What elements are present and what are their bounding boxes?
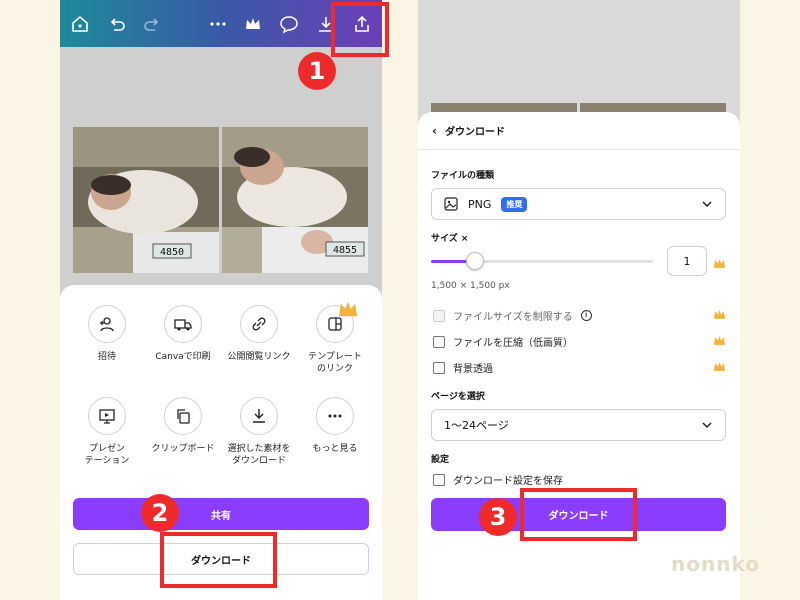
grid-item-more[interactable]: もっと見る <box>298 397 372 455</box>
grid-label: テンプレート のリンク <box>308 352 362 374</box>
grid-item-download-selected[interactable]: 選択した素材を ダウンロード <box>222 397 296 467</box>
grid-item-public-link[interactable]: 公開閲覧リンク <box>222 305 296 363</box>
file-type-value: PNG <box>468 197 492 211</box>
watermark: nonnko <box>671 552 760 576</box>
size-dimensions: 1,500 × 1,500 px <box>431 281 510 291</box>
page-select-label: ページを選択 <box>431 392 485 402</box>
chevron-down-icon <box>702 422 712 429</box>
panel-header: ‹ ダウンロード <box>418 112 740 150</box>
checkbox[interactable] <box>433 335 445 348</box>
checkbox[interactable] <box>433 309 445 322</box>
checkbox[interactable] <box>433 361 445 374</box>
recommended-badge: 推奨 <box>501 196 528 212</box>
more-icon[interactable] <box>208 14 228 34</box>
share-button[interactable]: 共有 <box>73 498 369 530</box>
canva-editor-screen: 4850 4855 招待 Canvaで印刷 公開閲覧リンク テンプレート のリン… <box>60 0 382 600</box>
truck-icon <box>174 319 192 331</box>
option-label: ファイルサイズを制限する <box>453 312 573 323</box>
grid-item-presentation[interactable]: プレゼン テーション <box>70 397 144 467</box>
grid-label: 招待 <box>97 352 116 362</box>
size-label: サイズ × <box>431 234 469 244</box>
comment-icon[interactable] <box>279 14 299 34</box>
grid-item-template-link[interactable]: テンプレート のリンク <box>298 301 372 375</box>
panel-title: ダウンロード <box>444 127 505 138</box>
size-slider-thumb[interactable] <box>466 252 485 270</box>
compress-file-option[interactable]: ファイルを圧縮（低画質） <box>433 334 573 349</box>
grid-item-print[interactable]: Canvaで印刷 <box>146 305 220 363</box>
home-icon[interactable] <box>70 14 90 34</box>
baby-photo-1[interactable]: 4850 <box>73 127 219 273</box>
scale-readout-1: 4850 <box>160 247 184 258</box>
grid-label: クリップボード <box>151 444 215 454</box>
step-badge-2: 2 <box>141 494 179 532</box>
premium-crown-icon <box>714 362 725 371</box>
info-icon[interactable]: i <box>580 310 592 321</box>
step-badge-3: 3 <box>479 498 517 536</box>
invite-icon <box>100 317 114 332</box>
back-chevron-icon[interactable]: ‹ <box>432 124 437 138</box>
save-download-settings-option[interactable]: ダウンロード設定を保存 <box>433 472 563 487</box>
size-input[interactable]: 1 <box>667 246 707 276</box>
grid-label: 公開閲覧リンク <box>227 352 291 362</box>
chevron-down-icon <box>702 201 712 208</box>
highlight-box-final-download <box>520 488 637 541</box>
option-label: ファイルを圧縮（低画質） <box>453 338 573 349</box>
grid-label: 選択した素材を ダウンロード <box>227 444 291 466</box>
grid-item-clipboard[interactable]: クリップボード <box>146 397 220 455</box>
page-select[interactable]: 1〜24ページ <box>431 409 726 441</box>
grid-label: Canvaで印刷 <box>155 352 211 362</box>
download-icon <box>253 409 265 423</box>
presentation-icon <box>99 409 115 424</box>
more-icon <box>328 414 342 418</box>
limit-file-size-option[interactable]: ファイルサイズを制限する i <box>433 308 592 323</box>
image-icon <box>444 197 458 211</box>
page-select-value: 1〜24ページ <box>444 419 509 432</box>
undo-icon[interactable] <box>107 14 127 34</box>
premium-crown-icon <box>714 336 725 345</box>
option-label: 背景透過 <box>453 364 493 375</box>
baby-photo-2[interactable]: 4855 <box>222 127 368 273</box>
link-icon <box>252 317 266 331</box>
highlight-box-share <box>331 2 389 57</box>
option-label: ダウンロード設定を保存 <box>453 476 563 487</box>
grid-label: プレゼン テーション <box>84 444 130 466</box>
crown-icon[interactable] <box>243 14 263 34</box>
step-badge-1: 1 <box>298 52 336 90</box>
design-canvas[interactable]: 4850 4855 <box>60 47 382 307</box>
redo-icon[interactable] <box>142 14 162 34</box>
highlight-box-download <box>160 532 277 588</box>
transparent-background-option[interactable]: 背景透過 <box>433 360 493 375</box>
file-type-label: ファイルの種類 <box>431 171 495 181</box>
scale-readout-2: 4855 <box>333 245 357 256</box>
premium-crown-icon <box>339 301 357 317</box>
grid-item-invite[interactable]: 招待 <box>70 305 144 363</box>
copy-icon <box>177 409 190 424</box>
premium-crown-icon <box>714 310 725 319</box>
size-slider[interactable] <box>431 252 653 270</box>
file-type-select[interactable]: PNG 推奨 <box>431 188 726 220</box>
settings-label: 設定 <box>431 455 450 465</box>
checkbox[interactable] <box>433 473 445 486</box>
premium-crown-icon <box>714 259 725 268</box>
grid-label: もっと見る <box>312 444 358 454</box>
